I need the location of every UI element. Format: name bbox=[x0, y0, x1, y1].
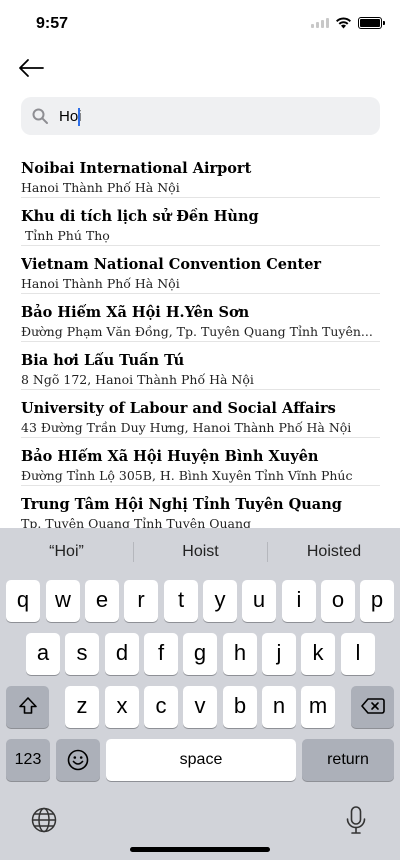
key[interactable]: l bbox=[341, 633, 375, 675]
list-item[interactable]: University of Labour and Social Affairs … bbox=[21, 390, 380, 438]
key[interactable]: y bbox=[203, 580, 237, 622]
result-title: Bảo Hiểm Xã Hội H.Yên Sơn bbox=[21, 304, 250, 321]
result-title: Noibai International Airport bbox=[21, 160, 252, 177]
key[interactable]: i bbox=[282, 580, 316, 622]
home-indicator[interactable] bbox=[130, 847, 270, 852]
key[interactable]: n bbox=[262, 686, 296, 728]
result-title: Trung Tâm Hội Nghị Tỉnh Tuyên Quang bbox=[21, 496, 342, 513]
numbers-key[interactable]: 123 bbox=[6, 739, 50, 781]
key[interactable]: r bbox=[124, 580, 158, 622]
emoji-icon bbox=[67, 749, 89, 771]
result-subtitle: 8 Ngõ 172, Hanoi Thành Phố Hà Nội bbox=[21, 372, 254, 387]
signal-icon bbox=[311, 18, 329, 28]
key[interactable]: w bbox=[46, 580, 80, 622]
results-list: Noibai International Airport Hanoi Thành… bbox=[0, 150, 400, 528]
search-input[interactable] bbox=[59, 97, 359, 135]
delete-icon bbox=[360, 698, 385, 714]
list-item[interactable]: Trung Tâm Hội Nghị Tỉnh Tuyên Quang Tp. … bbox=[21, 486, 380, 528]
delete-key[interactable] bbox=[351, 686, 394, 728]
arrow-left-icon bbox=[19, 59, 44, 77]
key[interactable]: j bbox=[262, 633, 296, 675]
key[interactable]: a bbox=[26, 633, 60, 675]
key[interactable]: t bbox=[164, 580, 198, 622]
globe-icon bbox=[31, 807, 57, 833]
result-title: University of Labour and Social Affairs bbox=[21, 400, 336, 417]
list-item[interactable]: Vietnam National Convention Center Hanoi… bbox=[21, 246, 380, 294]
key[interactable]: s bbox=[65, 633, 99, 675]
battery-icon bbox=[358, 17, 385, 29]
shift-key[interactable] bbox=[6, 686, 49, 728]
key[interactable]: f bbox=[144, 633, 178, 675]
key[interactable]: m bbox=[301, 686, 335, 728]
key[interactable]: k bbox=[301, 633, 335, 675]
list-item[interactable]: Noibai International Airport Hanoi Thành… bbox=[21, 150, 380, 198]
key[interactable]: v bbox=[183, 686, 217, 728]
list-item[interactable]: Khu di tích lịch sử Đền Hùng Tỉnh Phú Th… bbox=[21, 198, 380, 246]
key[interactable]: x bbox=[105, 686, 139, 728]
list-item[interactable]: Bảo HIểm Xã Hội Huyện Bình Xuyên Đường T… bbox=[21, 438, 380, 486]
key[interactable]: e bbox=[85, 580, 119, 622]
key[interactable]: h bbox=[223, 633, 257, 675]
result-subtitle: Hanoi Thành Phố Hà Nội bbox=[21, 276, 180, 291]
keyboard: “Hoi” Hoist Hoisted q w e r t y u i o p … bbox=[0, 528, 400, 860]
status-bar: 9:57 bbox=[0, 0, 400, 48]
key[interactable]: c bbox=[144, 686, 178, 728]
key[interactable]: z bbox=[65, 686, 99, 728]
suggestion-item[interactable]: Hoist bbox=[134, 528, 267, 574]
status-icons bbox=[311, 17, 385, 29]
result-title: Vietnam National Convention Center bbox=[21, 256, 322, 273]
result-subtitle: Tp. Tuyên Quang Tỉnh Tuyên Quang bbox=[21, 516, 252, 528]
search-icon bbox=[32, 108, 48, 124]
result-subtitle: 43 Đường Trần Duy Hưng, Hanoi Thành Phố … bbox=[21, 420, 352, 435]
text-cursor bbox=[78, 108, 80, 126]
list-item[interactable]: Bia hơi Lẩu Tuấn Tú 8 Ngõ 172, Hanoi Thà… bbox=[21, 342, 380, 390]
suggestion-item[interactable]: “Hoi” bbox=[0, 528, 133, 574]
result-subtitle: Tỉnh Phú Thọ bbox=[21, 228, 110, 243]
return-key[interactable]: return bbox=[302, 739, 394, 781]
result-title: Khu di tích lịch sử Đền Hùng bbox=[21, 208, 259, 225]
suggestion-bar: “Hoi” Hoist Hoisted bbox=[0, 528, 400, 574]
key[interactable]: g bbox=[183, 633, 217, 675]
key[interactable]: q bbox=[6, 580, 40, 622]
wifi-icon bbox=[336, 17, 351, 29]
result-subtitle: Hanoi Thành Phố Hà Nội bbox=[21, 180, 180, 195]
result-title: Bảo HIểm Xã Hội Huyện Bình Xuyên bbox=[21, 448, 319, 465]
status-time: 9:57 bbox=[36, 15, 69, 32]
key[interactable]: p bbox=[360, 580, 394, 622]
key[interactable]: o bbox=[321, 580, 355, 622]
key[interactable]: u bbox=[242, 580, 276, 622]
list-item[interactable]: Bảo Hiểm Xã Hội H.Yên Sơn Đường Phạm Văn… bbox=[21, 294, 380, 342]
result-subtitle: Đường Phạm Văn Đồng, Tp. Tuyên Quang Tỉn… bbox=[21, 324, 373, 339]
globe-button[interactable] bbox=[30, 806, 60, 836]
result-subtitle: Đường Tỉnh Lộ 305B, H. Bình Xuyên Tỉnh V… bbox=[21, 468, 353, 483]
key[interactable]: b bbox=[223, 686, 257, 728]
dictation-button[interactable] bbox=[344, 805, 370, 837]
back-button[interactable] bbox=[18, 56, 50, 80]
suggestion-item[interactable]: Hoisted bbox=[268, 528, 400, 574]
key[interactable]: d bbox=[105, 633, 139, 675]
shift-icon bbox=[18, 697, 37, 714]
result-title: Bia hơi Lẩu Tuấn Tú bbox=[21, 352, 185, 369]
microphone-icon bbox=[346, 806, 366, 834]
space-key[interactable]: space bbox=[106, 739, 296, 781]
emoji-key[interactable] bbox=[56, 739, 100, 781]
search-bar[interactable] bbox=[21, 97, 380, 135]
